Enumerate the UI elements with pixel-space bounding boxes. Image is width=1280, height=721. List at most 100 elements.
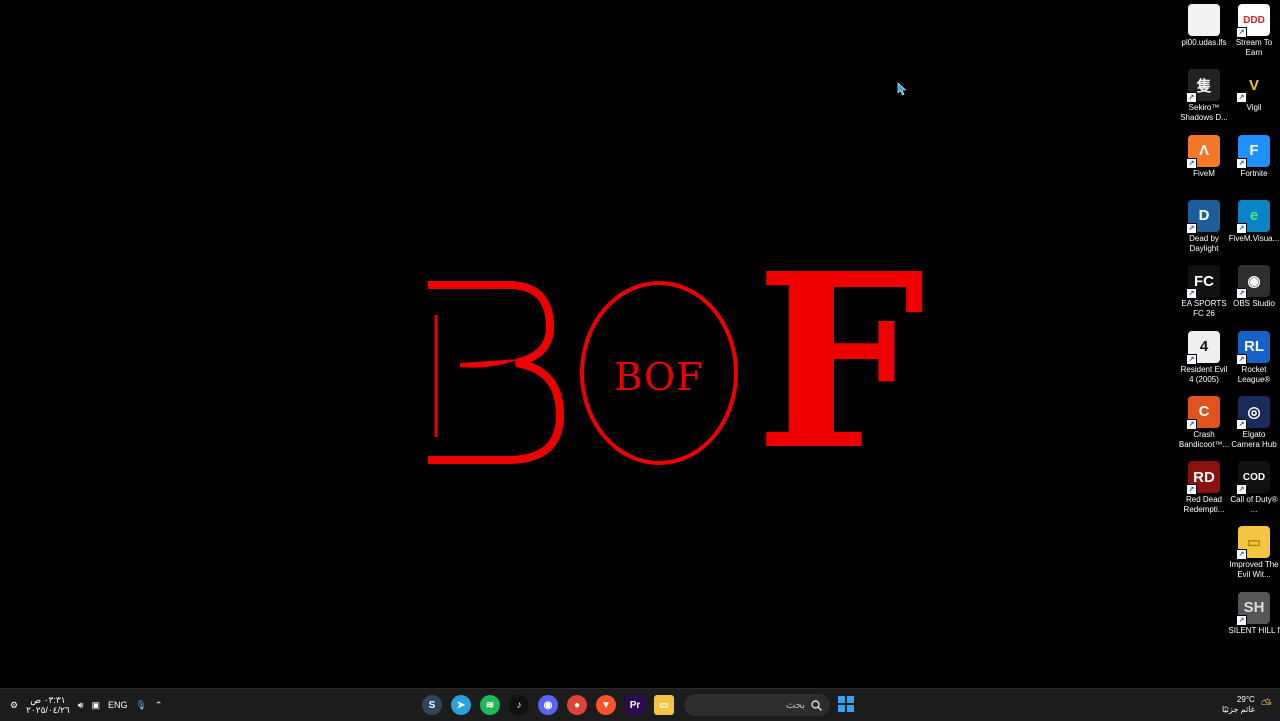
spotify-icon[interactable]: ≋ (480, 695, 500, 715)
desktop-icon[interactable]: C ↗ Crash Bandicoot™... (1178, 392, 1230, 450)
desktop-icon-label: OBS Studio (1233, 299, 1275, 309)
weather-temp: 29°C (1236, 695, 1255, 704)
shortcut-arrow-icon: ↗ (1236, 92, 1247, 104)
red-dead-icon: RD ↗ (1186, 461, 1220, 496)
desktop-icon[interactable]: RL ↗ Rocket League® (1228, 327, 1280, 385)
desktop-icon-label: Improved The Evil Wit... (1229, 560, 1279, 580)
desktop-icon[interactable]: ▭ ↗ Improved The Evil Wit... (1228, 522, 1280, 580)
desktop-icon[interactable]: FC ↗ EA SPORTS FC 26 (1178, 261, 1230, 319)
shortcut-arrow-icon: ↗ (1186, 418, 1197, 430)
clock-time: ٠٣:٣١ ص (30, 695, 66, 705)
shortcut-arrow-icon: ↗ (1236, 614, 1247, 626)
obs-icon: ◉ ↗ (1236, 265, 1270, 300)
call-of-duty-icon: COD ↗ (1236, 461, 1270, 496)
shortcut-arrow-icon: ↗ (1236, 484, 1247, 496)
fortnite-icon: F ↗ (1236, 134, 1270, 169)
elgato-icon: ◎ ↗ (1236, 395, 1270, 430)
desktop-icon[interactable]: V ↗ Vigil (1228, 65, 1280, 113)
file-explorer-icon[interactable]: ▭ (654, 695, 674, 715)
desktop-icon[interactable]: ◉ ↗ OBS Studio (1228, 261, 1280, 309)
clock[interactable]: ٠٣:٣١ ص ٢٠٢٥/٠٤/٢٦ (26, 695, 70, 715)
wallpaper-logo: BOF F (420, 242, 925, 482)
logo-f-letter: F (755, 221, 926, 503)
desktop-icon[interactable]: e ↗ FiveM.Visua... (1228, 196, 1280, 244)
system-tray: ⚙ ٠٣:٣١ ص ٢٠٢٥/٠٤/٢٦ 🔊︎ ▣ ENG 🎙︎ ⌃ (10, 689, 162, 721)
desktop: BOF F DDD ↗ Stream To Earn V ↗ Vigil F ↗ Fortnit… (0, 0, 1280, 688)
search-icon (811, 699, 822, 711)
desktop-icon-label: SILENT HILL f (1228, 625, 1280, 635)
weather-desc: غائم جزئيًا (1221, 705, 1255, 714)
desktop-icon-label: Fortnite (1240, 168, 1268, 178)
clock-date: ٢٠٢٥/٠٤/٢٦ (26, 705, 70, 715)
ddd-icon: DDD ↗ (1236, 4, 1270, 38)
microphone-icon[interactable]: 🎙︎ (135, 700, 146, 711)
desktop-icon-label: Red Dead Redempti... (1183, 495, 1225, 515)
desktop-icon[interactable]: SH ↗ SILENT HILL f (1228, 588, 1280, 636)
desktop-icon-label: EA SPORTS FC 26 (1181, 299, 1227, 319)
desktop-icon[interactable]: 隻 ↗ Sekiro™ Shadows D... (1178, 65, 1230, 123)
desktop-icon-label: Sekiro™ Shadows D... (1180, 103, 1228, 123)
desktop-icon[interactable]: D ↗ Dead by Daylight (1178, 196, 1230, 254)
edge-icon: e ↗ (1236, 199, 1270, 234)
vigil-icon: V ↗ (1236, 69, 1270, 104)
desktop-icon[interactable]: Λ ↗ FiveM (1178, 131, 1230, 179)
desktop-icon-label: Resident Evil 4 (2005) (1180, 364, 1228, 384)
desktop-icon-label: Elgato Camera Hub (1231, 429, 1277, 449)
telegram-icon[interactable]: ➤ (451, 695, 471, 715)
logo-inner-text: BOF (614, 355, 704, 399)
sekiro-icon: 隻 ↗ (1186, 69, 1220, 104)
shortcut-arrow-icon: ↗ (1186, 353, 1197, 365)
discord-icon[interactable]: ◉ (538, 695, 558, 715)
desktop-icon-label: FiveM (1193, 168, 1215, 178)
desktop-icon-label: Crash Bandicoot™... (1178, 429, 1230, 449)
shortcut-arrow-icon: ↗ (1236, 549, 1247, 561)
desktop-icon[interactable]: COD ↗ Call of Duty® ... (1228, 457, 1280, 515)
shortcut-arrow-icon: ↗ (1236, 353, 1247, 365)
desktop-icon-label: Stream To Earn (1235, 38, 1273, 57)
start-button-windows-icon[interactable] (838, 696, 854, 712)
crash-icon: C ↗ (1186, 395, 1220, 430)
shortcut-arrow-icon: ↗ (1236, 288, 1247, 300)
desktop-icon[interactable]: pl00.udas.lfs (1178, 0, 1230, 48)
premiere-icon[interactable]: Pr (625, 695, 645, 715)
taskbar-apps: S ➤ ≋ ♪ ◉ ● ▼ Pr ▭ (422, 693, 674, 717)
logo-b-letter (428, 281, 565, 464)
desktop-icon-label: Rocket League® (1237, 364, 1271, 384)
notifications-icon[interactable]: ⚙ (10, 700, 18, 711)
resident-evil-icon: 4 ↗ (1186, 330, 1220, 365)
logo-circle: BOF (580, 281, 738, 465)
desktop-icon-label: FiveM.Visua... (1228, 233, 1280, 243)
partly-cloudy-icon: ⛅︎ (1260, 697, 1272, 713)
taskbar-search-box[interactable]: بحث (684, 694, 830, 716)
chrome-icon[interactable]: ● (567, 695, 587, 715)
language-indicator[interactable]: ENG (108, 700, 128, 710)
fivem-icon: Λ ↗ (1186, 134, 1220, 169)
rocket-league-icon: RL ↗ (1236, 330, 1270, 365)
shortcut-arrow-icon: ↗ (1236, 418, 1247, 430)
steam-icon[interactable]: S (422, 695, 442, 715)
folder-icon: ▭ ↗ (1236, 526, 1270, 561)
dead-by-daylight-icon: D ↗ (1186, 199, 1220, 234)
desktop-icon[interactable]: ◎ ↗ Elgato Camera Hub (1228, 392, 1280, 450)
volume-icon[interactable]: 🔊︎ (78, 700, 84, 711)
shortcut-arrow-icon: ↗ (1236, 222, 1247, 234)
shortcut-arrow-icon: ↗ (1236, 157, 1247, 169)
shortcut-arrow-icon: ↗ (1186, 288, 1197, 300)
weather-widget[interactable]: 29°C غائم جزئيًا ⛅︎ (1222, 689, 1272, 721)
desktop-icon[interactable]: 4 ↗ Resident Evil 4 (2005) (1178, 327, 1230, 385)
ea-fc-icon: FC ↗ (1186, 265, 1220, 300)
search-placeholder: بحث (785, 699, 805, 711)
brave-icon[interactable]: ▼ (596, 695, 616, 715)
network-icon[interactable]: ▣ (91, 700, 100, 711)
shortcut-arrow-icon: ↗ (1236, 27, 1247, 38)
file-icon (1188, 4, 1220, 36)
desktop-icon[interactable]: F ↗ Fortnite (1228, 131, 1280, 179)
desktop-icon-label: Call of Duty® ... (1230, 495, 1278, 515)
shortcut-arrow-icon: ↗ (1186, 92, 1197, 104)
desktop-icon[interactable]: RD ↗ Red Dead Redempti... (1178, 457, 1230, 515)
desktop-icon[interactable]: DDD ↗ Stream To Earn (1228, 0, 1280, 58)
show-hidden-icons-chevron-icon[interactable]: ⌃ (155, 700, 163, 711)
tiktok-icon[interactable]: ♪ (509, 695, 529, 715)
desktop-icon-label: Vigil (1246, 103, 1262, 113)
shortcut-arrow-icon: ↗ (1186, 222, 1197, 234)
